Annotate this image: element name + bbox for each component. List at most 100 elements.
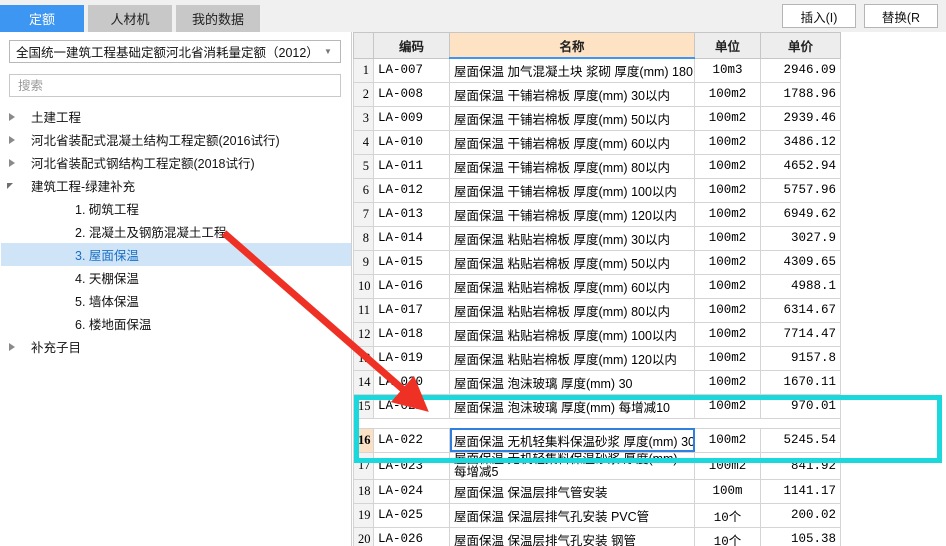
cell-price[interactable]: 200.02 bbox=[760, 502, 841, 528]
tree-item[interactable]: 3. 屋面保温 bbox=[1, 243, 351, 266]
row-number[interactable]: 19 bbox=[353, 502, 374, 528]
cell-unit[interactable]: 100m2 bbox=[694, 427, 761, 453]
tab-dinge[interactable]: 定额 bbox=[0, 5, 84, 32]
cell-code[interactable]: LA-023 bbox=[373, 451, 450, 480]
tree-item[interactable]: 1. 砌筑工程 bbox=[1, 197, 351, 220]
row-number[interactable]: 4 bbox=[353, 129, 374, 155]
cell-name[interactable]: 屋面保温 粘贴岩棉板 厚度(mm) 100以内 bbox=[449, 321, 695, 347]
cell-code[interactable]: LA-020 bbox=[373, 369, 450, 395]
cell-name[interactable]: 屋面保温 干铺岩棉板 厚度(mm) 30以内 bbox=[449, 81, 695, 107]
cell-code[interactable]: LA-025 bbox=[373, 502, 450, 528]
cell-price[interactable]: 4652.94 bbox=[760, 153, 841, 179]
cell-unit[interactable]: 100m2 bbox=[694, 393, 761, 419]
row-number[interactable]: 12 bbox=[353, 321, 374, 347]
tree-item[interactable]: 2. 混凝土及钢筋混凝土工程 bbox=[1, 220, 351, 243]
tree-item[interactable]: 河北省装配式混凝土结构工程定额(2016试行) bbox=[1, 128, 351, 151]
row-number[interactable]: 6 bbox=[353, 177, 374, 203]
chevron-right-icon[interactable] bbox=[1, 134, 23, 146]
row-number[interactable]: 7 bbox=[353, 201, 374, 227]
row-number[interactable]: 16 bbox=[353, 427, 374, 453]
chevron-right-icon[interactable] bbox=[1, 341, 23, 353]
header-price[interactable]: 单价 bbox=[760, 32, 841, 59]
cell-price[interactable]: 6314.67 bbox=[760, 297, 841, 323]
tree-item[interactable]: 4. 天棚保温 bbox=[1, 266, 351, 289]
cell-code[interactable]: LA-007 bbox=[373, 57, 450, 83]
row-number[interactable]: 2 bbox=[353, 81, 374, 107]
tab-my-data[interactable]: 我的数据 bbox=[176, 5, 260, 32]
table-row[interactable]: 18 LA-024 屋面保温 保温层排气管安装 100m 1141.17 bbox=[353, 478, 841, 504]
cell-code[interactable]: LA-009 bbox=[373, 105, 450, 131]
cell-name[interactable]: 屋面保温 泡沫玻璃 厚度(mm) 30 bbox=[449, 369, 695, 395]
header-name[interactable]: 名称 bbox=[449, 32, 695, 59]
cell-unit[interactable]: 100m2 bbox=[694, 153, 761, 179]
cell-unit[interactable]: 100m2 bbox=[694, 225, 761, 251]
table-row[interactable]: 7 LA-013 屋面保温 干铺岩棉板 厚度(mm) 120以内 100m2 6949.… bbox=[353, 201, 841, 227]
cell-unit[interactable]: 100m2 bbox=[694, 297, 761, 323]
cell-code[interactable]: LA-010 bbox=[373, 129, 450, 155]
cell-name[interactable]: 屋面保温 干铺岩棉板 厚度(mm) 100以内 bbox=[449, 177, 695, 203]
row-number[interactable]: 17 bbox=[353, 451, 374, 480]
search-box[interactable] bbox=[9, 74, 341, 97]
chevron-right-icon[interactable] bbox=[1, 111, 23, 123]
cell-price[interactable]: 7714.47 bbox=[760, 321, 841, 347]
cell-name[interactable]: 屋面保温 无机轻集料保温砂浆 厚度(mm) 30 bbox=[449, 427, 695, 453]
cell-unit[interactable]: 10个 bbox=[694, 526, 761, 546]
cell-name[interactable]: 屋面保温 保温层排气孔安装 钢管 bbox=[449, 526, 695, 546]
table-row[interactable]: 4 LA-010 屋面保温 干铺岩棉板 厚度(mm) 60以内 100m2 3486.1… bbox=[353, 129, 841, 155]
cell-price[interactable]: 6949.62 bbox=[760, 201, 841, 227]
cell-code[interactable]: LA-014 bbox=[373, 225, 450, 251]
cell-price[interactable]: 5245.54 bbox=[760, 427, 841, 453]
cell-price[interactable]: 4988.1 bbox=[760, 273, 841, 299]
cell-name[interactable]: 屋面保温 保温层排气管安装 bbox=[449, 478, 695, 504]
row-number[interactable]: 8 bbox=[353, 225, 374, 251]
tree-item[interactable]: 6. 楼地面保温 bbox=[1, 312, 351, 335]
cell-unit[interactable]: 100m2 bbox=[694, 249, 761, 275]
cell-unit[interactable]: 100m2 bbox=[694, 321, 761, 347]
row-number[interactable]: 15 bbox=[353, 393, 374, 419]
cell-unit[interactable]: 100m2 bbox=[694, 345, 761, 371]
table-row[interactable]: 9 LA-015 屋面保温 粘贴岩棉板 厚度(mm) 50以内 100m2 4309.6… bbox=[353, 249, 841, 275]
cell-name[interactable]: 屋面保温 泡沫玻璃 厚度(mm) 每增减10 bbox=[449, 393, 695, 419]
table-row[interactable]: 8 LA-014 屋面保温 粘贴岩棉板 厚度(mm) 30以内 100m2 3027.9 bbox=[353, 225, 841, 251]
cell-unit[interactable]: 100m2 bbox=[694, 201, 761, 227]
cell-price[interactable]: 9157.8 bbox=[760, 345, 841, 371]
chevron-right-icon[interactable] bbox=[1, 157, 23, 169]
tree-item[interactable]: 5. 墙体保温 bbox=[1, 289, 351, 312]
cell-name[interactable]: 屋面保温 无机轻集料保温砂浆 厚度(mm) 每增减5 bbox=[449, 451, 695, 480]
table-row[interactable]: 17 LA-023 屋面保温 无机轻集料保温砂浆 厚度(mm) 每增减5 100m2 8… bbox=[353, 451, 841, 480]
cell-name[interactable]: 屋面保温 粘贴岩棉板 厚度(mm) 60以内 bbox=[449, 273, 695, 299]
cell-code[interactable]: LA-013 bbox=[373, 201, 450, 227]
cell-unit[interactable]: 100m2 bbox=[694, 369, 761, 395]
cell-name[interactable]: 屋面保温 干铺岩棉板 厚度(mm) 60以内 bbox=[449, 129, 695, 155]
cell-code[interactable]: LA-024 bbox=[373, 478, 450, 504]
cell-name[interactable]: 屋面保温 干铺岩棉板 厚度(mm) 80以内 bbox=[449, 153, 695, 179]
row-number[interactable]: 13 bbox=[353, 345, 374, 371]
cell-name[interactable]: 屋面保温 粘贴岩棉板 厚度(mm) 120以内 bbox=[449, 345, 695, 371]
cell-unit[interactable]: 100m bbox=[694, 478, 761, 504]
row-number[interactable]: 18 bbox=[353, 478, 374, 504]
row-number[interactable]: 5 bbox=[353, 153, 374, 179]
cell-unit[interactable]: 100m2 bbox=[694, 129, 761, 155]
tree-item[interactable]: 建筑工程-绿建补充 bbox=[1, 174, 351, 197]
cell-unit[interactable]: 100m2 bbox=[694, 451, 761, 480]
replace-button[interactable]: 替换(R bbox=[864, 4, 938, 28]
cell-price[interactable]: 5757.96 bbox=[760, 177, 841, 203]
table-row[interactable]: 1 LA-007 屋面保温 加气混凝土块 浆砌 厚度(mm) 180 10m3 2946… bbox=[353, 57, 841, 83]
cell-unit[interactable]: 10个 bbox=[694, 502, 761, 528]
chevron-down-icon[interactable] bbox=[1, 180, 23, 192]
table-row[interactable]: 5 LA-011 屋面保温 干铺岩棉板 厚度(mm) 80以内 100m2 4652.9… bbox=[353, 153, 841, 179]
row-number[interactable]: 3 bbox=[353, 105, 374, 131]
cell-price[interactable]: 970.01 bbox=[760, 393, 841, 419]
table-row[interactable]: 16 LA-022 屋面保温 无机轻集料保温砂浆 厚度(mm) 30 100m2 524… bbox=[353, 427, 841, 453]
tree-item[interactable]: 补充子目 bbox=[1, 335, 351, 358]
row-number[interactable]: 14 bbox=[353, 369, 374, 395]
cell-code[interactable]: LA-017 bbox=[373, 297, 450, 323]
cell-code[interactable]: LA-018 bbox=[373, 321, 450, 347]
cell-code[interactable]: LA-021 bbox=[373, 393, 450, 419]
header-unit[interactable]: 单位 bbox=[694, 32, 761, 59]
cell-unit[interactable]: 100m2 bbox=[694, 81, 761, 107]
cell-name[interactable]: 屋面保温 粘贴岩棉板 厚度(mm) 80以内 bbox=[449, 297, 695, 323]
dinge-table-panel[interactable]: 编码 名称 单位 单价 1 LA-007 屋面保温 加气混凝土块 浆砌 厚度(mm)… bbox=[353, 32, 946, 546]
cell-code[interactable]: LA-019 bbox=[373, 345, 450, 371]
cell-unit[interactable]: 100m2 bbox=[694, 273, 761, 299]
